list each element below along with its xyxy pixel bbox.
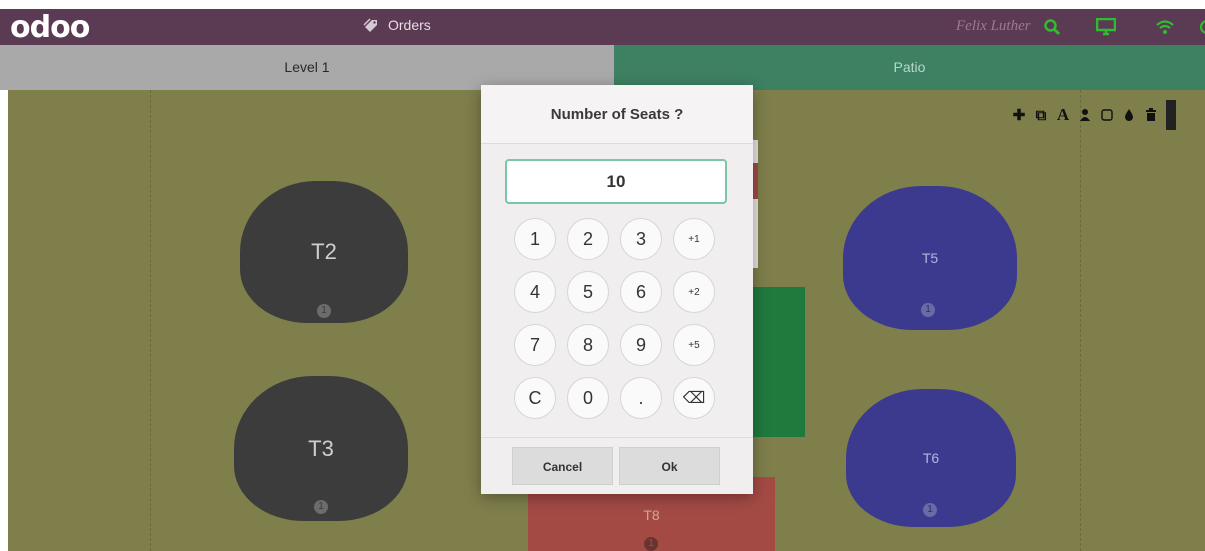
rename-icon[interactable]: A	[1052, 100, 1074, 130]
color-icon[interactable]	[1118, 100, 1140, 130]
edit-toolbar: ✚ ⧉ A	[1008, 100, 1176, 130]
numpad-key-9[interactable]: 9	[620, 324, 662, 366]
numpad-key-7[interactable]: 7	[514, 324, 556, 366]
numpad-key-6[interactable]: 6	[620, 271, 662, 313]
top-bar: odoo Orders Felix Luther	[0, 9, 1205, 45]
numpad-key-1[interactable]: 1	[514, 218, 556, 260]
numpad-key-plus5[interactable]: +5	[673, 324, 715, 366]
floor-edge	[0, 90, 8, 551]
table-t2[interactable]: T2 1	[240, 181, 408, 323]
ok-button[interactable]: Ok	[619, 447, 720, 485]
table-t3-label: T3	[308, 435, 334, 461]
floor-grid-line	[150, 90, 151, 551]
floor-grid-line	[1080, 90, 1081, 551]
table-t2-label: T2	[311, 239, 337, 264]
table-t6[interactable]: T6 1	[846, 389, 1016, 527]
close-edit-button[interactable]	[1166, 100, 1176, 130]
tab-patio-label: Patio	[893, 59, 926, 75]
numpad-key-dot[interactable]: .	[620, 377, 662, 419]
numpad-key-2[interactable]: 2	[567, 218, 609, 260]
table-t5-label: T5	[921, 250, 939, 266]
table-t5[interactable]: T5 1	[843, 186, 1017, 330]
numpad-key-plus2[interactable]: +2	[673, 271, 715, 313]
seat-count-badge: 1	[317, 304, 331, 318]
numpad-key-4[interactable]: 4	[514, 271, 556, 313]
tab-level-1-label: Level 1	[284, 59, 330, 75]
numpad-key-5[interactable]: 5	[567, 271, 609, 313]
numpad-key-3[interactable]: 3	[620, 218, 662, 260]
table-t3[interactable]: T3 1	[234, 376, 408, 521]
numpad-key-0[interactable]: 0	[567, 377, 609, 419]
pos-floor-screen: odoo Orders Felix Luther Level 1 Patio T…	[0, 0, 1205, 551]
seats-icon[interactable]	[1074, 100, 1096, 130]
dialog-footer: Cancel Ok	[481, 437, 753, 494]
odoo-logo: odoo	[10, 10, 90, 45]
seats-dialog: Number of Seats ? 1 2 3 +1 4 5 6 +2 7 8 …	[481, 85, 753, 494]
plus-icon[interactable]: ✚	[1008, 100, 1030, 130]
seat-count-badge: 1	[921, 303, 935, 317]
numpad-key-clear[interactable]: C	[514, 377, 556, 419]
seat-count-badge: 1	[314, 500, 328, 514]
tab-level-1[interactable]: Level 1	[0, 45, 614, 90]
seat-count-badge: 1	[923, 503, 937, 517]
dialog-title: Number of Seats ?	[481, 85, 753, 144]
table-t8-label: T8	[643, 507, 660, 523]
seat-count-badge: 1	[644, 537, 658, 551]
tag-icon	[363, 18, 377, 32]
numpad-key-8[interactable]: 8	[567, 324, 609, 366]
table-t6-label: T6	[922, 450, 940, 466]
tab-patio[interactable]: Patio	[614, 45, 1205, 90]
screen-icon[interactable]	[1096, 18, 1116, 36]
orders-label: Orders	[388, 17, 431, 33]
seat-count-input[interactable]	[505, 159, 727, 204]
shape-icon[interactable]	[1096, 100, 1118, 130]
close-icon[interactable]	[1198, 18, 1205, 36]
cancel-button[interactable]: Cancel	[512, 447, 613, 485]
trash-icon[interactable]	[1140, 100, 1162, 130]
search-icon[interactable]	[1043, 18, 1061, 36]
orders-button[interactable]: Orders	[362, 16, 431, 34]
wifi-icon[interactable]	[1155, 18, 1175, 36]
backspace-icon[interactable]: ⌫	[673, 377, 715, 419]
cashier-name[interactable]: Felix Luther	[956, 18, 1031, 35]
duplicate-icon[interactable]: ⧉	[1030, 100, 1052, 130]
numpad-key-plus1[interactable]: +1	[673, 218, 715, 260]
